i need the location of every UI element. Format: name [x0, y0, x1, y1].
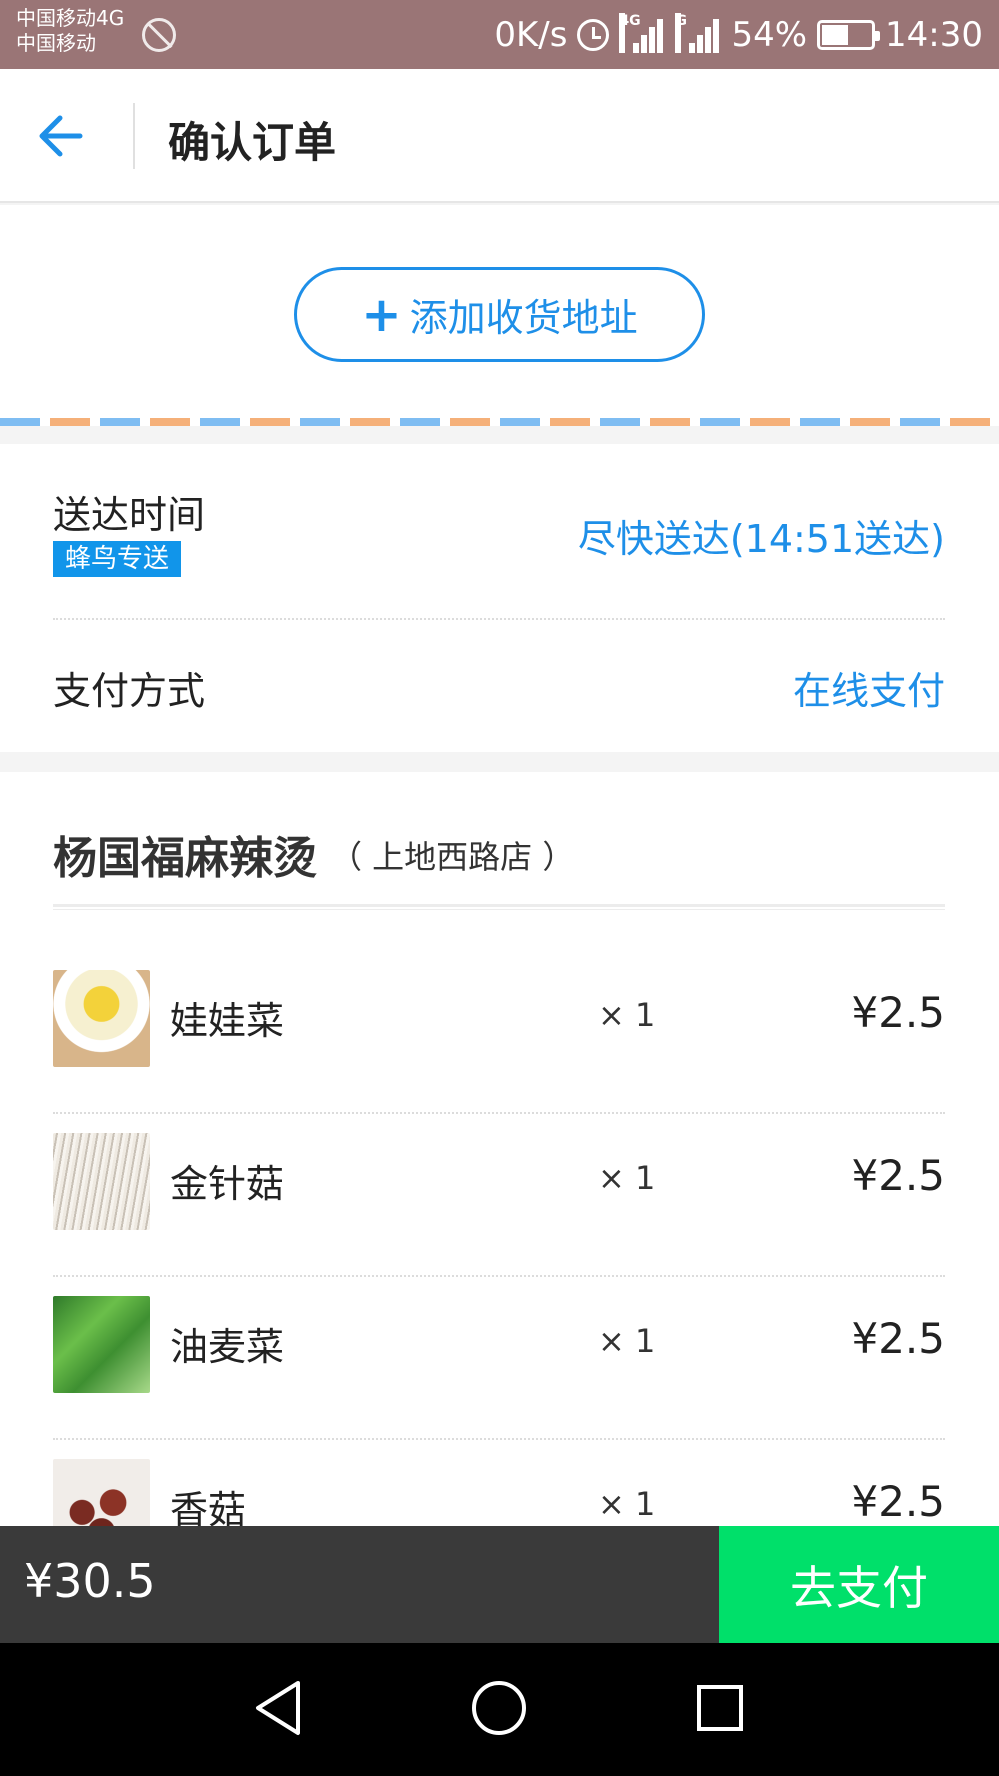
status-right: 0K/s 4G G 54% 14:30	[494, 13, 983, 56]
alarm-icon	[577, 19, 610, 51]
item-image	[53, 970, 150, 1067]
nav-back-icon[interactable]	[244, 1673, 314, 1743]
list-item: 金针菇 × 1 ¥2.5	[53, 1115, 945, 1278]
page-title: 确认订单	[168, 118, 337, 167]
shop-branch: （ 上地西路店 ）	[330, 838, 575, 876]
list-item: 香菇 × 1 ¥2.5	[53, 1441, 945, 1526]
payment-label: 支付方式	[53, 669, 206, 713]
add-address-label: 添加收货地址	[409, 296, 638, 340]
item-name: 娃娃菜	[170, 999, 285, 1043]
net-type-2: G	[675, 13, 687, 53]
item-price: ¥2.5	[851, 1477, 945, 1526]
payment-value[interactable]: 在线支付	[793, 660, 945, 715]
item-price: ¥2.5	[851, 1151, 945, 1200]
shop-name: 杨国福麻辣烫	[53, 833, 317, 884]
app-header: 确认订单	[0, 69, 999, 203]
checkout-bar: ¥30.5 去支付	[0, 1526, 999, 1643]
item-qty: × 1	[598, 1322, 656, 1360]
pay-button[interactable]: 去支付	[719, 1526, 999, 1643]
shop-divider	[53, 904, 945, 910]
item-name: 香菇	[170, 1488, 247, 1526]
delivery-time-label: 送达时间	[53, 493, 206, 537]
plus-icon: +	[361, 286, 402, 343]
item-price: ¥2.5	[851, 988, 945, 1037]
row-divider	[53, 618, 945, 620]
carrier-2: 中国移动	[16, 31, 96, 55]
item-qty: × 1	[598, 1159, 656, 1197]
carrier-1: 中国移动4G	[16, 6, 125, 30]
battery-icon	[817, 20, 881, 50]
item-name: 金针菇	[170, 1162, 285, 1206]
item-image	[53, 1296, 150, 1393]
shop-section: 杨国福麻辣烫 （ 上地西路店 ） 娃娃菜 × 1 ¥2.5 金针菇 × 1 ¥2…	[0, 772, 999, 1526]
add-address-button[interactable]: + 添加收货地址	[294, 267, 705, 362]
list-item: 油麦菜 × 1 ¥2.5	[53, 1278, 945, 1441]
total-price: ¥30.5	[24, 1554, 156, 1608]
status-bar: 中国移动4G 中国移动 0K/s 4G G 54% 14:30	[0, 0, 999, 69]
net-type-1: 4G	[619, 13, 641, 53]
battery-percent: 54%	[731, 15, 808, 55]
item-image	[53, 1133, 150, 1230]
no-sim-icon	[142, 18, 176, 52]
envelope-stripe	[0, 418, 999, 426]
row-divider	[53, 1275, 945, 1277]
address-section: + 添加收货地址	[0, 205, 999, 418]
delivery-section: 送达时间 蜂鸟专送 尽快送达(14:51送达) 支付方式 在线支付	[0, 444, 999, 752]
nav-home-icon[interactable]	[464, 1673, 534, 1743]
item-qty: × 1	[598, 996, 656, 1034]
row-divider	[53, 1438, 945, 1440]
back-button[interactable]	[30, 103, 110, 169]
header-divider	[133, 103, 135, 169]
item-name: 油麦菜	[170, 1325, 285, 1369]
system-nav-bar	[0, 1643, 999, 1776]
signal-g-icon: G	[675, 13, 721, 53]
nav-recent-icon[interactable]	[685, 1673, 755, 1743]
signal-4g-icon: 4G	[619, 13, 665, 53]
item-qty: × 1	[598, 1485, 656, 1523]
battery-fill	[822, 25, 848, 45]
arrow-left-icon	[39, 115, 83, 157]
clock: 14:30	[885, 15, 983, 55]
delivery-badge: 蜂鸟专送	[53, 541, 182, 577]
item-image	[53, 1459, 150, 1526]
item-price: ¥2.5	[851, 1314, 945, 1363]
row-divider	[53, 1112, 945, 1114]
list-item: 娃娃菜 × 1 ¥2.5	[53, 952, 945, 1115]
net-speed: 0K/s	[494, 15, 568, 55]
carrier-info: 中国移动4G 中国移动	[16, 6, 124, 56]
delivery-time-value[interactable]: 尽快送达(14:51送达)	[578, 508, 945, 563]
